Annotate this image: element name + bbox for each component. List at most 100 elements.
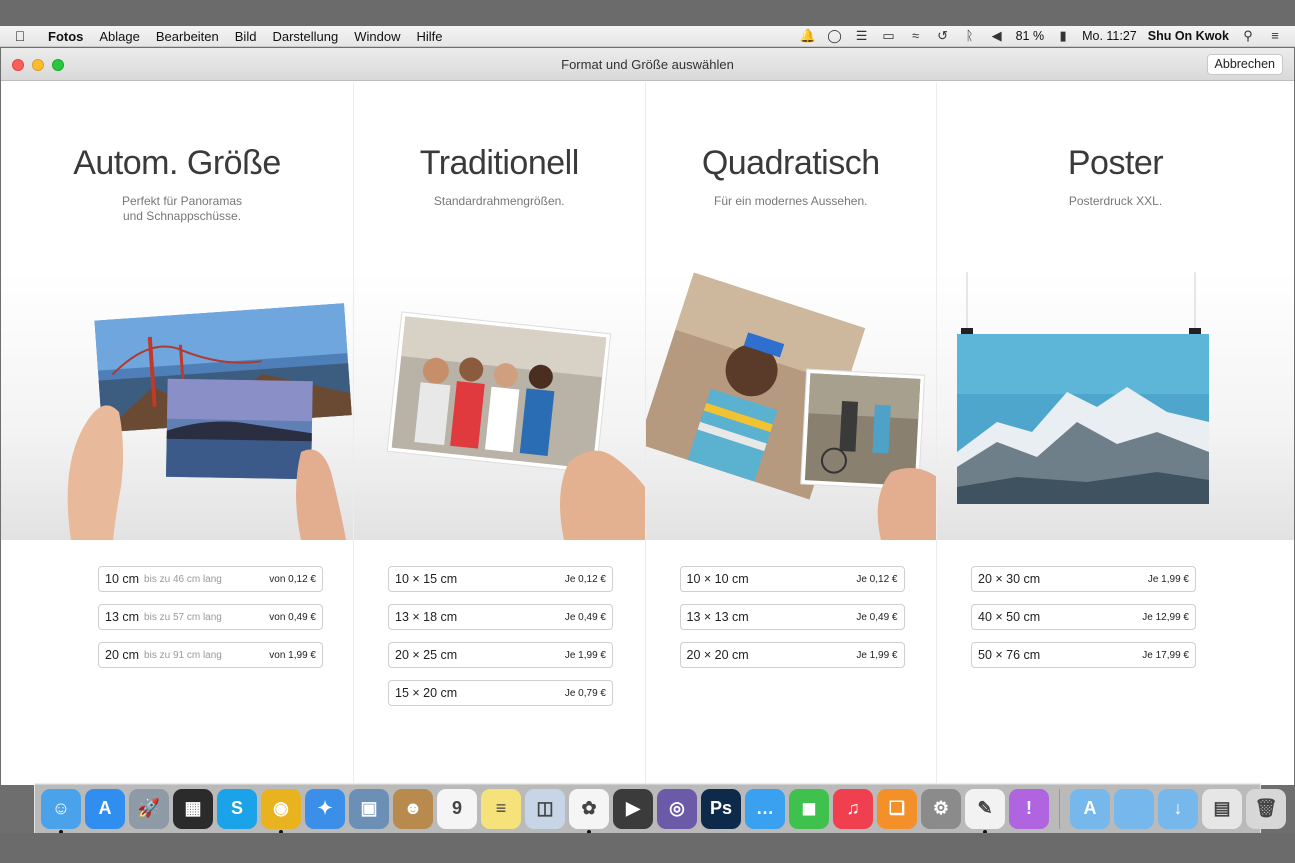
size-option[interactable]: 20 cm bis zu 91 cm lang von 1,99 € xyxy=(98,642,323,668)
size-label: 10 cm xyxy=(105,572,140,586)
wifi-icon[interactable]: ≈ xyxy=(908,29,924,43)
menubar-clock[interactable]: Mo. 11:27 xyxy=(1082,29,1137,43)
size-label: 13 × 13 cm xyxy=(686,610,749,624)
photos-icon[interactable]: ✿ xyxy=(569,788,609,834)
screen-bezel-top xyxy=(0,0,1295,26)
app-store-icon[interactable]: A xyxy=(85,788,125,829)
equalizer-icon[interactable]: ☰ xyxy=(854,29,870,43)
size-price: von 1,99 € xyxy=(269,649,316,661)
notes-icon[interactable]: ≡ xyxy=(481,788,521,829)
size-label: 15 × 20 cm xyxy=(395,686,458,700)
size-price: Je 0,12 € xyxy=(564,573,606,585)
size-option[interactable]: 10 cm bis zu 46 cm lang von 0,12 € xyxy=(98,566,323,592)
time-machine-icon[interactable]: ↺ xyxy=(935,29,951,43)
size-option[interactable]: 50 × 76 cm Je 17,99 € xyxy=(971,642,1196,668)
finder-icon[interactable]: ☺ xyxy=(41,788,81,834)
size-option[interactable]: 13 × 18 cm Je 0,49 € xyxy=(388,604,613,630)
size-price: Je 1,99 € xyxy=(1147,573,1189,585)
notification-bell-icon[interactable]: 🔔 xyxy=(800,29,816,43)
recent-stack-icon[interactable]: ▤ xyxy=(1202,788,1242,829)
applications-folder-icon[interactable]: A xyxy=(1070,788,1110,829)
size-price: von 0,12 € xyxy=(269,573,316,585)
format-column-poster[interactable]: Poster Posterdruck XXL. 20 × 30 cm Je 1,… xyxy=(937,82,1294,785)
column-subtitle: Posterdruck XXL. xyxy=(1068,194,1163,208)
menu-bild[interactable]: Bild xyxy=(227,29,265,44)
notification-center-icon[interactable]: ≡ xyxy=(1267,29,1283,43)
size-option[interactable]: 10 × 15 cm Je 0,12 € xyxy=(388,566,613,592)
size-price: Je 1,99 € xyxy=(856,649,898,661)
itunes-icon[interactable]: ♫ xyxy=(833,788,873,829)
feedback-icon[interactable]: ! xyxy=(1009,788,1049,829)
image-capture-icon[interactable]: ◫ xyxy=(525,788,565,829)
menubar-user[interactable]: Shu On Kwok xyxy=(1148,29,1229,43)
mission-control-icon[interactable]: ▦ xyxy=(173,788,213,829)
menu-app-name[interactable]: Fotos xyxy=(40,29,91,44)
size-option[interactable]: 20 × 30 cm Je 1,99 € xyxy=(971,566,1196,592)
preview-icon[interactable]: ▣ xyxy=(349,788,389,829)
size-option[interactable]: 40 × 50 cm Je 12,99 € xyxy=(971,604,1196,630)
size-option[interactable]: 20 × 20 cm Je 1,99 € xyxy=(679,642,905,668)
size-price: Je 17,99 € xyxy=(1142,649,1189,661)
size-label: 20 × 25 cm xyxy=(395,648,458,662)
spotlight-search-icon[interactable]: ⚲ xyxy=(1240,29,1256,43)
launchpad-icon[interactable]: 🚀 xyxy=(129,788,169,829)
size-label: 13 cm xyxy=(105,610,140,624)
downloads-folder-icon[interactable]: ↓ xyxy=(1158,788,1198,829)
final-cut-icon[interactable]: ▶ xyxy=(613,788,653,829)
messages-icon[interactable]: … xyxy=(745,788,785,829)
size-option[interactable]: 20 × 25 cm Je 1,99 € xyxy=(388,642,613,668)
calendar-icon[interactable]: 9 xyxy=(437,788,477,829)
window-titlebar: Format und Größe auswählen Abbrechen xyxy=(1,48,1294,81)
trash-icon[interactable]: 🗑 xyxy=(1246,788,1286,829)
zoom-window-button[interactable] xyxy=(52,59,64,71)
facetime-icon[interactable]: ◼ xyxy=(789,788,829,829)
safari-icon[interactable]: ✦ xyxy=(305,788,345,829)
format-column-auto[interactable]: Autom. Größe Perfekt für Panoramas und S… xyxy=(1,82,354,785)
textedit-icon[interactable]: ✎ xyxy=(965,788,1005,834)
format-column-square[interactable]: Quadratisch Für ein modernes Aussehen. 1… xyxy=(645,82,937,785)
documents-folder-icon[interactable] xyxy=(1114,788,1154,829)
menu-hilfe[interactable]: Hilfe xyxy=(408,29,450,44)
column-subtitle: Standardrahmengrößen. xyxy=(433,194,565,208)
menu-ablage[interactable]: Ablage xyxy=(91,29,147,44)
menu-darstellung[interactable]: Darstellung xyxy=(264,29,346,44)
size-option[interactable]: 10 × 10 cm Je 0,12 € xyxy=(679,566,905,592)
size-label: 13 × 18 cm xyxy=(395,610,458,624)
onepassword-icon[interactable]: ◯ xyxy=(827,29,843,43)
dock: ☺ A 🚀 ▦ S ◉ ✦ ▣ ☻ 9 ≡ ◫ ✿ ▶ ◎ Ps… ◼ ♫ ❑ ⚙ ✎! A ↓ ▤ 🗑 xyxy=(34,783,1286,834)
photoshop-icon[interactable]: Ps xyxy=(701,788,741,829)
volume-icon[interactable]: ◀ xyxy=(989,29,1005,43)
system-preferences-icon[interactable]: ⚙ xyxy=(921,788,961,829)
menu-bearbeiten[interactable]: Bearbeiten xyxy=(148,29,227,44)
airplay-icon[interactable]: ▭ xyxy=(881,29,897,43)
menu-window[interactable]: Window xyxy=(346,29,408,44)
size-price: Je 0,79 € xyxy=(564,687,606,699)
window-title: Format und Größe auswählen xyxy=(561,56,734,72)
column-title: Poster xyxy=(1067,144,1164,182)
minimize-window-button[interactable] xyxy=(32,59,44,71)
cancel-button[interactable]: Abbrechen xyxy=(1206,54,1283,75)
motion-icon[interactable]: ◎ xyxy=(657,788,697,829)
chrome-icon[interactable]: ◉ xyxy=(261,788,301,834)
apple-menu-icon[interactable]:  xyxy=(0,28,40,44)
bluetooth-icon[interactable]: ᚱ xyxy=(962,29,978,43)
menu-bar:  Fotos Ablage Bearbeiten Bild Darstellu… xyxy=(0,26,1295,47)
size-option[interactable]: 13 cm bis zu 57 cm lang von 0,49 € xyxy=(98,604,323,630)
size-price: Je 0,49 € xyxy=(564,611,606,623)
size-option[interactable]: 13 × 13 cm Je 0,49 € xyxy=(679,604,905,630)
column-subtitle: Für ein modernes Aussehen. xyxy=(714,194,868,208)
column-subtitle: Perfekt für Panoramas und Schnappschüsse… xyxy=(121,194,243,223)
skype-icon[interactable]: S xyxy=(217,788,257,829)
close-window-button[interactable] xyxy=(12,59,24,71)
ibooks-icon[interactable]: ❑ xyxy=(877,788,917,829)
battery-icon[interactable]: ▮ xyxy=(1055,29,1071,43)
column-title: Traditionell xyxy=(419,144,580,182)
size-price: Je 0,12 € xyxy=(856,573,898,585)
format-column-traditional[interactable]: Traditionell Standardrahmengrößen. 10 × … xyxy=(354,82,646,785)
size-option[interactable]: 15 × 20 cm Je 0,79 € xyxy=(388,680,613,706)
contacts-icon[interactable]: ☻ xyxy=(393,788,433,829)
size-label: 10 × 10 cm xyxy=(686,572,749,586)
size-price: Je 1,99 € xyxy=(564,649,606,661)
battery-percent[interactable]: 81 % xyxy=(1016,29,1045,43)
column-title: Quadratisch xyxy=(701,144,880,182)
